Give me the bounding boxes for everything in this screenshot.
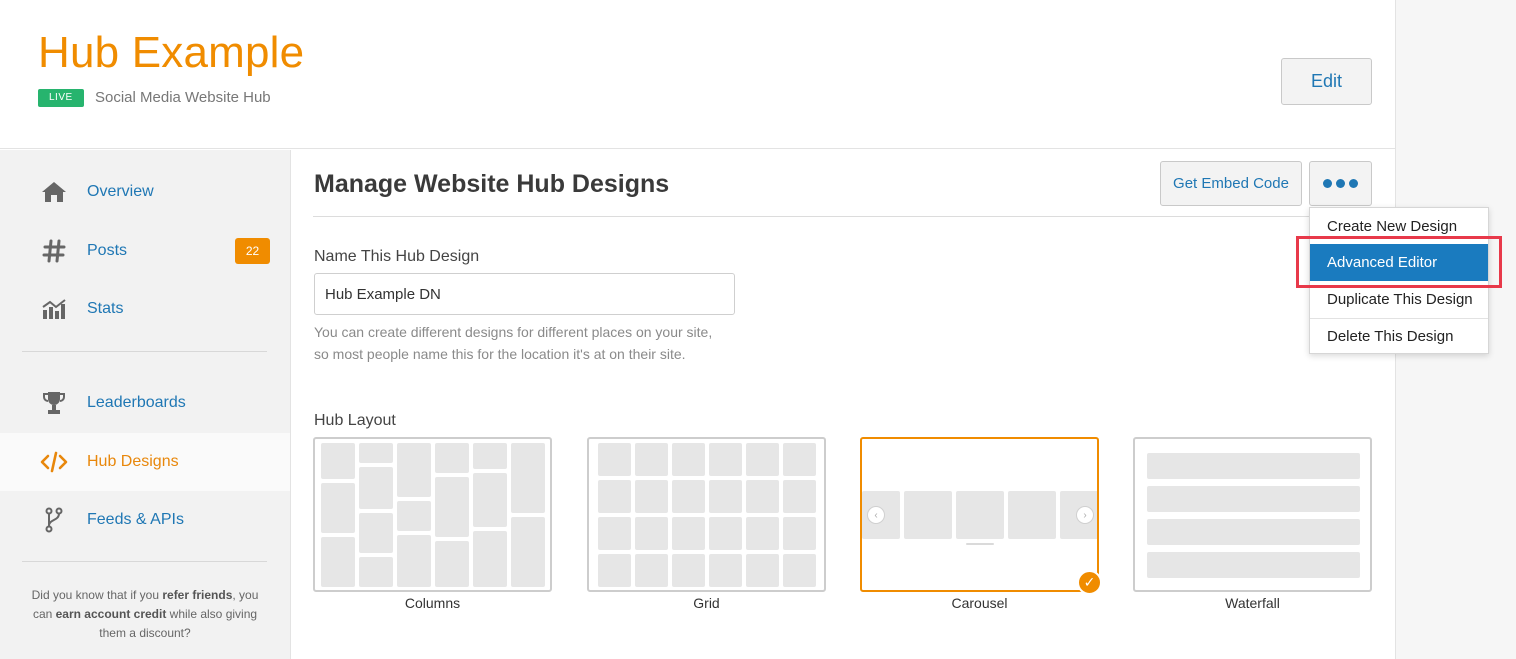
earn-credit-text: earn account credit: [55, 607, 167, 621]
design-name-help: You can create different designs for dif…: [314, 321, 744, 365]
sidebar-item-label: Leaderboards: [87, 394, 186, 411]
sidebar: Overview Posts 22 Stats Leaderboards Hub…: [0, 150, 291, 659]
design-name-input[interactable]: [314, 273, 735, 315]
hub-title: Hub Example: [38, 28, 305, 77]
layout-caption: Waterfall: [1225, 595, 1280, 611]
ellipsis-dot: [1349, 179, 1358, 188]
layout-option-grid[interactable]: [587, 437, 826, 592]
code-icon: [40, 448, 68, 476]
referral-tip: Did you know that if you refer friends, …: [31, 588, 259, 640]
ellipsis-dot: [1336, 179, 1345, 188]
hub-layout-label: Hub Layout: [314, 412, 396, 429]
sidebar-item-posts[interactable]: Posts 22: [0, 222, 290, 280]
hub-subtitle: Social Media Website Hub: [95, 89, 271, 106]
layout-option-waterfall[interactable]: [1133, 437, 1372, 592]
sidebar-item-label: Hub Designs: [87, 453, 179, 470]
title-divider: [313, 216, 1372, 217]
help-line: You can create different designs for dif…: [314, 324, 713, 340]
annotation-highlight-frame: [1296, 236, 1502, 288]
get-embed-code-button[interactable]: Get Embed Code: [1160, 161, 1302, 206]
page-title: Manage Website Hub Designs: [314, 170, 670, 198]
chevron-right-icon: ›: [1076, 506, 1094, 524]
layout-caption: Carousel: [951, 595, 1008, 611]
design-name-label: Name This Hub Design: [314, 248, 480, 265]
sidebar-item-stats[interactable]: Stats: [0, 280, 290, 338]
sidebar-divider: [22, 351, 267, 352]
sidebar-item-label: Overview: [87, 183, 154, 200]
selected-check-icon: ✓: [1077, 570, 1102, 595]
layout-option-columns[interactable]: [313, 437, 552, 592]
trophy-icon: [40, 389, 68, 417]
ellipsis-icon: [1323, 179, 1332, 188]
sidebar-item-feeds-apis[interactable]: Feeds & APIs: [0, 491, 290, 549]
menu-item-delete-design[interactable]: Delete This Design: [1310, 318, 1488, 355]
chevron-left-icon: ‹: [867, 506, 885, 524]
home-icon: [40, 178, 68, 206]
posts-count-badge: 22: [235, 238, 270, 264]
layout-caption: Grid: [693, 595, 720, 611]
chart-icon: [40, 295, 68, 323]
layout-option-carousel[interactable]: ‹ ›: [860, 437, 1099, 592]
layout-caption: Columns: [404, 595, 461, 611]
branch-icon: [40, 506, 68, 534]
sidebar-item-label: Posts: [87, 242, 128, 259]
sidebar-item-label: Feeds & APIs: [87, 511, 184, 528]
sidebar-item-hub-designs[interactable]: Hub Designs: [0, 433, 290, 491]
sidebar-item-label: Stats: [87, 300, 124, 317]
help-line: so most people name this for the locatio…: [314, 346, 686, 362]
more-options-button[interactable]: [1309, 161, 1372, 206]
refer-friends-text: refer friends: [162, 588, 233, 602]
hash-icon: [40, 237, 68, 265]
page-header: Hub Example LIVE Social Media Website Hu…: [0, 0, 1395, 149]
edit-button[interactable]: Edit: [1281, 58, 1372, 105]
sidebar-divider: [22, 561, 267, 562]
sidebar-item-leaderboards[interactable]: Leaderboards: [0, 374, 290, 432]
sidebar-item-overview[interactable]: Overview: [0, 163, 290, 221]
status-badge: LIVE: [38, 89, 84, 107]
